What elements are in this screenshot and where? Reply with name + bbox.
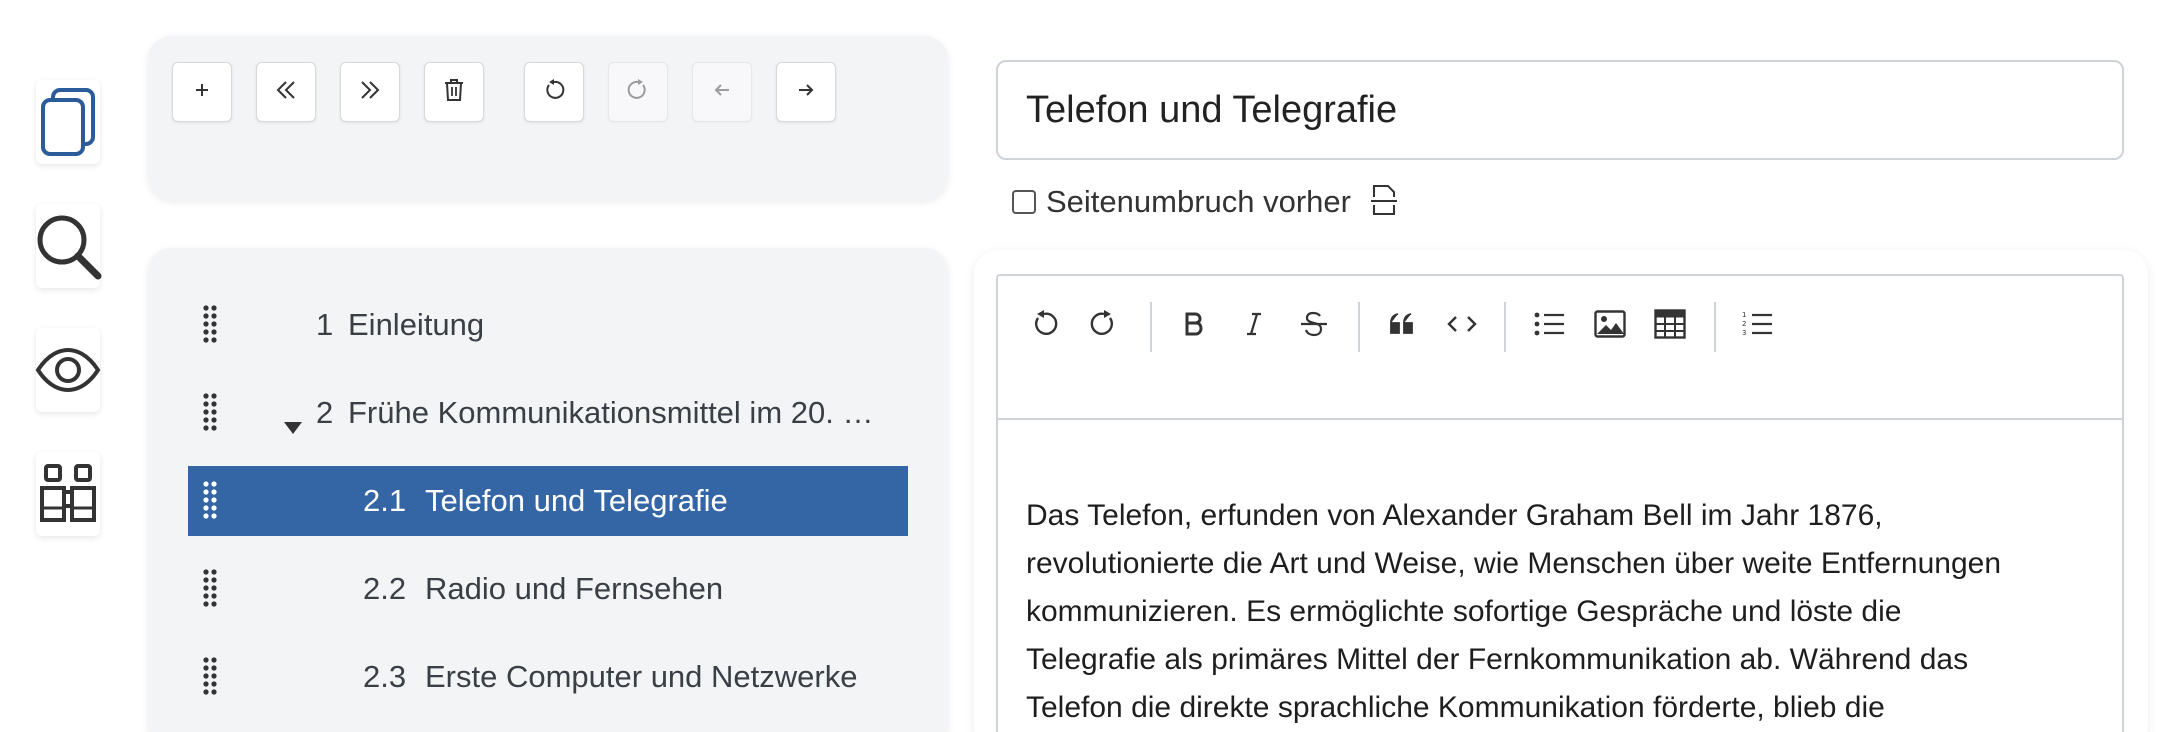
numbered-list-button[interactable]: 123 [1736,304,1780,348]
italic-icon [1244,312,1264,341]
drag-handle-icon[interactable] [202,656,218,706]
tree-item[interactable]: 1 Einleitung [188,290,908,360]
tree-item[interactable]: 2.2 Radio und Fernsehen [188,554,908,624]
code-button[interactable] [1440,304,1484,348]
svg-text:1: 1 [1742,311,1746,319]
image-icon [1594,309,1626,343]
drag-handle-icon[interactable] [202,304,218,354]
content-line: revolutionierte die Art und Weise, wie M… [1026,547,2002,580]
table-button[interactable] [1648,304,1692,348]
strikethrough-icon [1299,310,1329,343]
bold-icon [1183,312,1205,341]
tree-item-number: 2.2 [363,571,407,606]
svg-text:3: 3 [1742,329,1746,337]
code-icon [1447,314,1477,339]
arrow-right-icon [797,83,815,102]
copy-icon [39,87,97,157]
undo-icon [1030,309,1058,343]
drag-handle-icon[interactable] [202,568,218,618]
outdent-button[interactable] [256,62,316,122]
content-line: Telefon die direkte sprachliche Kommunik… [1026,691,1885,724]
add-chapter-button[interactable] [172,62,232,122]
page-break-option: Seitenumbruch vorher [1012,180,1399,224]
italic-button[interactable] [1232,304,1276,348]
indent-button[interactable] [340,62,400,122]
tree-item-title: Erste Computer und Netzwerke [425,659,858,694]
bullet-list-button[interactable] [1528,304,1572,348]
tree-item-number: 2 [316,395,334,430]
page-break-label: Seitenumbruch vorher [1046,184,1351,219]
numbered-list-icon: 123 [1742,310,1774,343]
find-rail-button[interactable] [36,452,100,536]
rich-text-editor: 123 Das Telefon, erfunden von Alexander … [996,274,2124,732]
tree-item-selected[interactable]: 2.1 Telefon und Telegrafie [188,466,908,536]
search-icon [34,212,102,280]
toolbar-separator [1714,302,1716,352]
chevrons-right-icon [359,79,381,106]
tree-item-title: Frühe Kommunikationsmittel im 20. … [348,395,874,430]
tree-item[interactable]: 2 Frühe Kommunikationsmittel im 20. … [188,378,908,448]
editor-undo-button[interactable] [1022,304,1066,348]
undo-button[interactable] [524,62,584,122]
chapter-title-input[interactable] [996,60,2124,160]
table-icon [1654,308,1686,344]
drag-handle-icon[interactable] [202,480,218,530]
redo-icon [627,78,649,106]
move-right-button[interactable] [776,62,836,122]
strikethrough-button[interactable] [1292,304,1336,348]
chapter-tree: 1 Einleitung 2 Frühe Kommunikationsmitte… [148,248,948,732]
editor-toolbar: 123 [998,276,2122,420]
tree-item-number: 2.1 [363,483,407,518]
redo-button[interactable] [608,62,668,122]
toolbar-separator [1358,302,1360,352]
quote-button[interactable] [1380,304,1424,348]
quote-icon [1389,312,1415,340]
tree-item[interactable]: 2.3 Erste Computer und Netzwerke [188,642,908,712]
tree-item-title: Einleitung [348,307,485,342]
binoculars-icon [38,462,98,526]
tree-item-number: 2.3 [363,659,407,694]
undo-icon [543,78,565,106]
bold-button[interactable] [1172,304,1216,348]
bullet-list-icon [1534,311,1566,342]
drag-handle-icon[interactable] [202,392,218,442]
move-left-button[interactable] [692,62,752,122]
copy-rail-button[interactable] [36,80,100,164]
page-break-checkbox[interactable] [1012,190,1036,214]
redo-icon [1090,309,1118,343]
plus-icon [194,82,210,103]
chevrons-left-icon [275,79,297,106]
tree-item-title: Telefon und Telegrafie [425,483,728,518]
svg-text:2: 2 [1742,320,1746,328]
toolbar-separator [1150,302,1152,352]
content-line: Telegrafie als primäres Mittel der Fernk… [1026,643,1969,676]
trash-icon [443,78,465,107]
structure-toolbar [148,36,948,200]
image-button[interactable] [1588,304,1632,348]
content-line: kommunizieren. Es ermöglichte sofortige … [1026,595,1902,628]
delete-button[interactable] [424,62,484,122]
editor-content[interactable]: Das Telefon, erfunden von Alexander Grah… [1026,492,2096,732]
caret-down-icon[interactable] [284,406,302,442]
eye-icon [35,347,101,393]
tree-item-title: Radio und Fernsehen [425,571,724,606]
search-rail-button[interactable] [34,204,102,288]
content-line: Das Telefon, erfunden von Alexander Grah… [1026,499,1883,532]
arrow-left-icon [713,83,731,102]
tree-item-number: 1 [316,307,334,342]
preview-rail-button[interactable] [35,328,101,412]
page-break-icon [1369,183,1399,222]
toolbar-separator [1504,302,1506,352]
editor-redo-button[interactable] [1082,304,1126,348]
